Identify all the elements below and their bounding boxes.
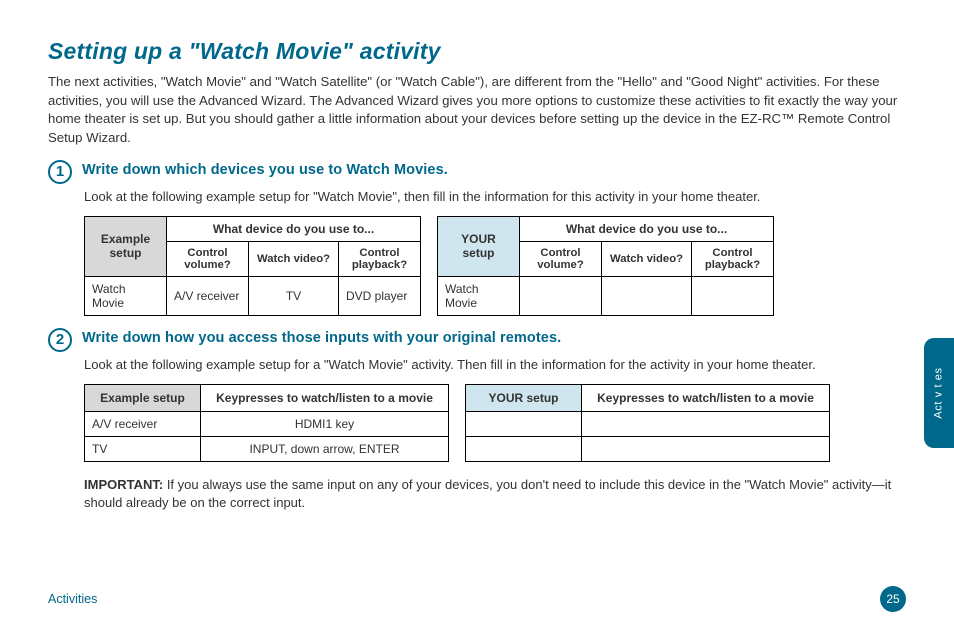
page-title: Setting up a "Watch Movie" activity bbox=[48, 38, 906, 65]
step-1-heading: Write down which devices you use to Watc… bbox=[82, 162, 448, 178]
your-col-control-playback: Control playback? bbox=[692, 241, 774, 276]
example-setup-header-2: Example setup bbox=[85, 384, 201, 411]
example2-row2-name: TV bbox=[85, 436, 201, 461]
example-setup-header: Example setup bbox=[85, 216, 167, 276]
step-1-tables: Example setup What device do you use to.… bbox=[84, 216, 906, 316]
intro-paragraph: The next activities, "Watch Movie" and "… bbox=[48, 73, 906, 148]
your-what-device-header: What device do you use to... bbox=[520, 216, 774, 241]
example2-row1-name: A/V receiver bbox=[85, 411, 201, 436]
your-setup-header-2: YOUR setup bbox=[466, 384, 582, 411]
side-tab-label: Act v t es bbox=[933, 367, 945, 418]
example-row-volume: A/V receiver bbox=[167, 276, 249, 315]
your-col-control-volume: Control volume? bbox=[520, 241, 602, 276]
your-row-playback-input[interactable] bbox=[692, 276, 774, 315]
example-row-video: TV bbox=[249, 276, 339, 315]
example2-row1-val: HDMI1 key bbox=[201, 411, 449, 436]
footer-section-label: Activities bbox=[48, 592, 97, 606]
col-control-volume: Control volume? bbox=[167, 241, 249, 276]
important-note: IMPORTANT: If you always use the same in… bbox=[84, 476, 906, 512]
step-2-heading: Write down how you access those inputs w… bbox=[82, 330, 561, 346]
example2-row2-val: INPUT, down arrow, ENTER bbox=[201, 436, 449, 461]
step-2-your-table: YOUR setup Keypresses to watch/listen to… bbox=[465, 384, 830, 462]
your-setup-header: YOUR setup bbox=[438, 216, 520, 276]
step-1: 1 Write down which devices you use to Wa… bbox=[48, 162, 906, 184]
page-footer: Activities 25 bbox=[48, 586, 906, 612]
side-tab-activities[interactable]: Act v t es bbox=[924, 338, 954, 448]
your2-row2-val-input[interactable] bbox=[582, 436, 830, 461]
step-1-example-table: Example setup What device do you use to.… bbox=[84, 216, 421, 316]
your-keypresses-header: Keypresses to watch/listen to a movie bbox=[582, 384, 830, 411]
step-2-number-icon: 2 bbox=[48, 328, 72, 352]
step-2: 2 Write down how you access those inputs… bbox=[48, 330, 906, 352]
step-1-body: Look at the following example setup for … bbox=[84, 188, 906, 206]
example-row-name: Watch Movie bbox=[85, 276, 167, 315]
your2-row1-val-input[interactable] bbox=[582, 411, 830, 436]
your-row-name: Watch Movie bbox=[438, 276, 520, 315]
col-watch-video: Watch video? bbox=[249, 241, 339, 276]
step-2-body: Look at the following example setup for … bbox=[84, 356, 906, 374]
col-control-playback: Control playback? bbox=[339, 241, 421, 276]
your-col-watch-video: Watch video? bbox=[602, 241, 692, 276]
important-label: IMPORTANT: bbox=[84, 477, 163, 492]
example-row-playback: DVD player bbox=[339, 276, 421, 315]
page-number: 25 bbox=[880, 586, 906, 612]
your-row-volume-input[interactable] bbox=[520, 276, 602, 315]
what-device-header: What device do you use to... bbox=[167, 216, 421, 241]
your-row-video-input[interactable] bbox=[602, 276, 692, 315]
step-2-example-table: Example setup Keypresses to watch/listen… bbox=[84, 384, 449, 462]
keypresses-header: Keypresses to watch/listen to a movie bbox=[201, 384, 449, 411]
important-text: If you always use the same input on any … bbox=[84, 477, 891, 510]
your2-row1-name-input[interactable] bbox=[466, 411, 582, 436]
step-1-your-table: YOUR setup What device do you use to... … bbox=[437, 216, 774, 316]
step-1-number-icon: 1 bbox=[48, 160, 72, 184]
step-2-tables: Example setup Keypresses to watch/listen… bbox=[84, 384, 906, 462]
your2-row2-name-input[interactable] bbox=[466, 436, 582, 461]
